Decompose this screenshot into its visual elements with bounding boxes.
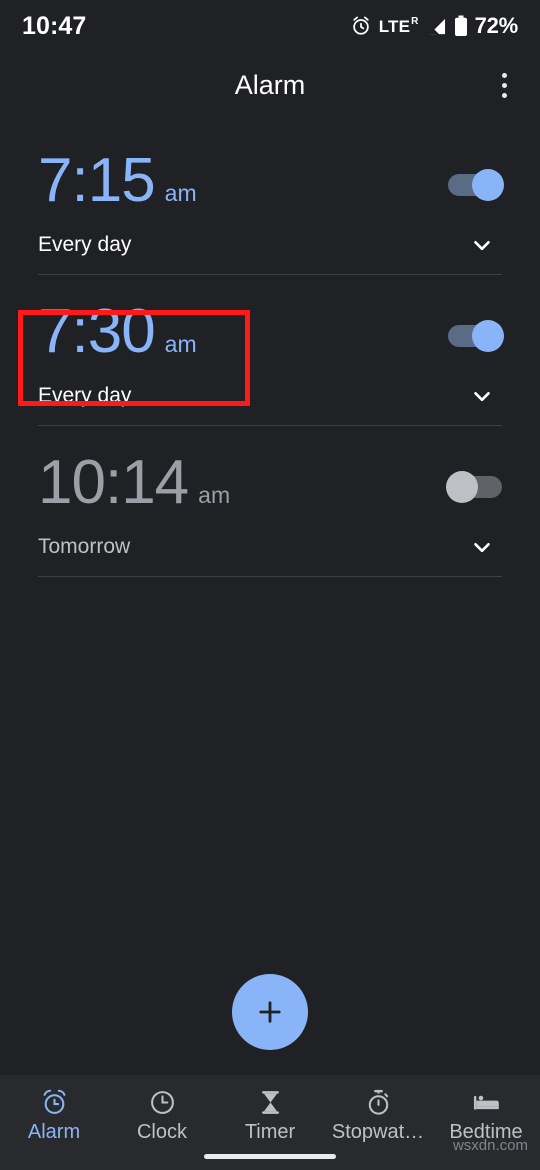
status-bar: 10:47 LTE R 72% xyxy=(0,0,540,52)
nav-label-clock: Clock xyxy=(136,1121,187,1143)
alarm-schedule-label: Every day xyxy=(38,384,132,407)
alarm-time-meridiem: am xyxy=(164,180,197,206)
alarm-time[interactable]: 10:14 am xyxy=(38,452,230,514)
alarm-toggle[interactable] xyxy=(448,169,504,201)
alarm-time-meridiem: am xyxy=(164,331,197,357)
nav-item-stopwatch[interactable]: Stopwat… xyxy=(324,1087,432,1144)
status-bar-icons: LTE R 72% xyxy=(350,13,518,39)
alarm-time-meridiem: am xyxy=(198,482,231,508)
overflow-dot xyxy=(501,72,507,78)
alarm-schedule-row: Every day xyxy=(38,216,502,274)
alarm-set-icon xyxy=(350,15,372,37)
alarm-time-value: 7:15 xyxy=(38,146,156,215)
nav-item-bedtime[interactable]: Bedtime xyxy=(432,1087,540,1144)
hourglass-icon xyxy=(256,1087,285,1117)
watermark-label: wsxdn.com xyxy=(452,1137,528,1154)
overflow-dot xyxy=(501,82,507,88)
nav-label-stopwatch: Stopwat… xyxy=(331,1121,425,1143)
alarm-time-row: 7:30 am xyxy=(38,275,504,367)
clock-icon xyxy=(148,1087,177,1117)
alarm-time-row: 7:15 am xyxy=(38,124,504,216)
alarm-app-screen: 10:47 LTE R 72% Alarm 7:15 am Every day … xyxy=(0,0,540,1170)
bed-icon xyxy=(472,1087,501,1117)
network-type-label: LTE R xyxy=(378,15,419,36)
toggle-knob xyxy=(472,169,504,201)
page-title: Alarm xyxy=(234,69,306,100)
battery-percent-label: 72% xyxy=(474,13,519,38)
alarm-time-row: 10:14 am xyxy=(38,426,502,518)
chevron-down-icon[interactable] xyxy=(462,376,502,416)
nav-label-alarm: Alarm xyxy=(27,1121,81,1143)
alarm-toggle[interactable] xyxy=(448,320,504,352)
alarm-schedule-label: Tomorrow xyxy=(38,535,131,558)
toggle-knob xyxy=(472,320,504,352)
chevron-down-icon[interactable] xyxy=(462,225,502,265)
nav-item-alarm[interactable]: Alarm xyxy=(0,1087,108,1144)
alarm-item[interactable]: 10:14 am Tomorrow xyxy=(0,426,540,576)
nav-item-timer[interactable]: Timer xyxy=(216,1087,324,1144)
toggle-knob xyxy=(446,471,478,503)
gesture-home-bar[interactable] xyxy=(204,1154,336,1159)
add-alarm-button[interactable] xyxy=(232,974,308,1050)
alarm-schedule-label: Every day xyxy=(38,233,132,256)
nav-item-clock[interactable]: Clock xyxy=(108,1087,216,1144)
alarm-schedule-row: Every day xyxy=(38,367,502,425)
alarm-item[interactable]: 7:30 am Every day xyxy=(0,275,540,425)
list-divider xyxy=(38,576,502,577)
alarm-schedule-row: Tomorrow xyxy=(38,518,502,576)
chevron-down-icon[interactable] xyxy=(462,527,502,567)
stopwatch-icon xyxy=(364,1087,393,1117)
alarm-list: 7:15 am Every day 7:30 am Every day 10:1… xyxy=(0,124,540,577)
alarm-time[interactable]: 7:15 am xyxy=(38,150,197,212)
alarm-item[interactable]: 7:15 am Every day xyxy=(0,124,540,274)
overflow-dot xyxy=(501,92,507,98)
alarm-time-value: 7:30 xyxy=(38,297,156,366)
nav-label-timer: Timer xyxy=(244,1121,296,1143)
alarm-toggle[interactable] xyxy=(446,471,502,503)
signal-icon xyxy=(426,17,447,36)
alarm-time-value: 10:14 xyxy=(38,448,189,517)
status-bar-clock: 10:47 xyxy=(22,11,87,40)
battery-icon xyxy=(454,15,468,37)
plus-icon xyxy=(259,1001,281,1023)
app-bar: Alarm xyxy=(0,52,540,118)
alarm-time[interactable]: 7:30 am xyxy=(38,301,197,363)
overflow-menu-icon[interactable] xyxy=(482,61,526,109)
alarm-clock-icon xyxy=(40,1087,69,1117)
